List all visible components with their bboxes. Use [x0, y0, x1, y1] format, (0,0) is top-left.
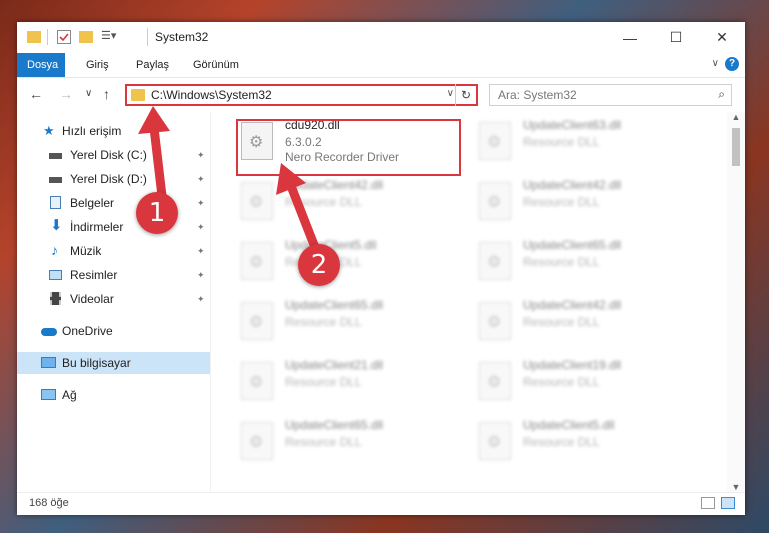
arrow-to-address-icon	[138, 106, 170, 201]
step-1-badge: 1	[136, 192, 178, 234]
annotation-arrows	[138, 106, 321, 255]
arrow-to-file-icon	[276, 163, 321, 255]
step-2-badge: 2	[298, 244, 340, 286]
